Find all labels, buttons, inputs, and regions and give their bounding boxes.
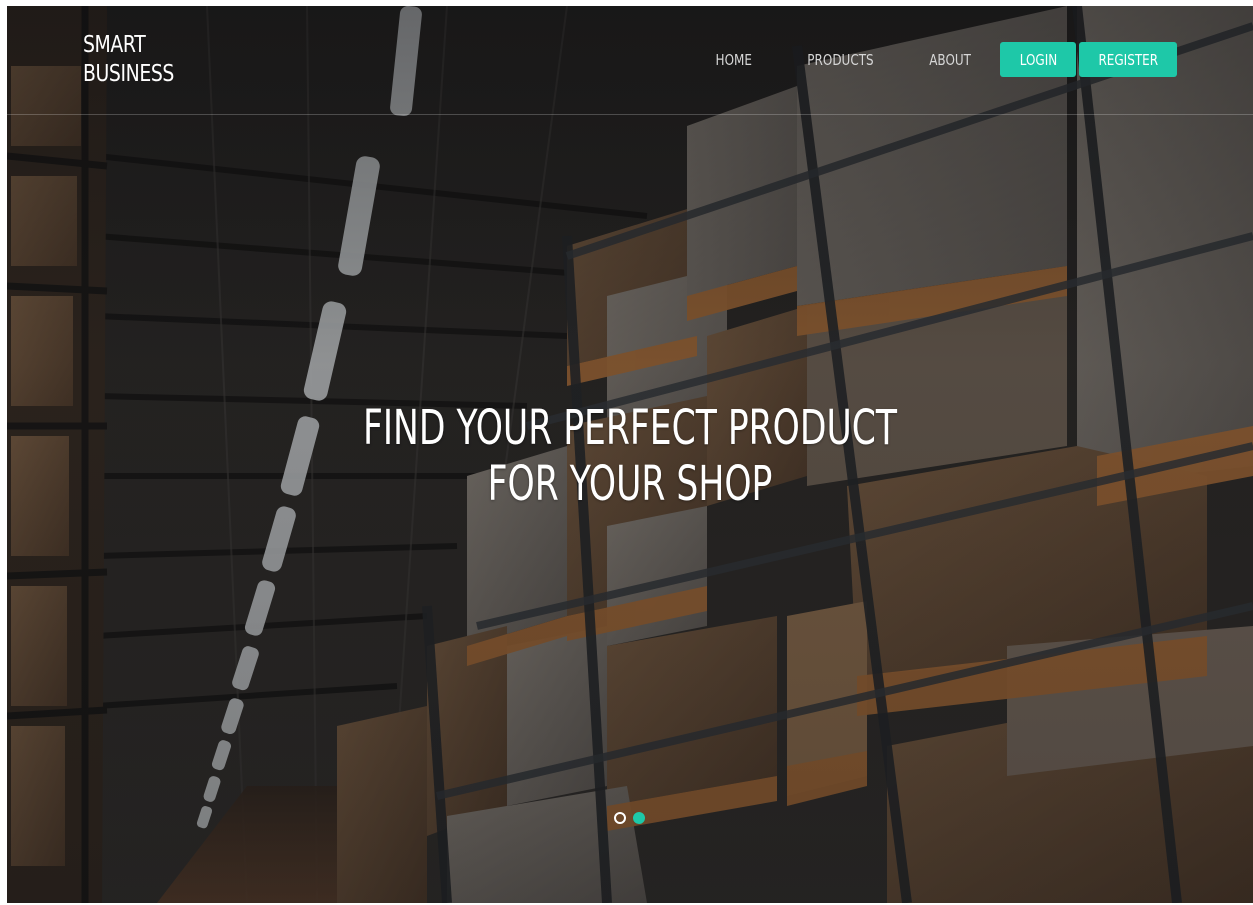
brand-logo[interactable]: SMART BUSINESS bbox=[83, 31, 174, 89]
brand-line-1: SMART bbox=[83, 32, 146, 58]
register-button-label: REGISTER bbox=[1098, 50, 1158, 69]
hero-headline-line-1: FIND YOUR PERFECT PRODUCT bbox=[362, 400, 898, 456]
login-button-label: LOGIN bbox=[1019, 50, 1057, 69]
carousel-dot-2[interactable] bbox=[633, 812, 645, 824]
hero-headline-line-2: FOR YOUR SHOP bbox=[487, 456, 773, 512]
hero-headline: FIND YOUR PERFECT PRODUCT FOR YOUR SHOP bbox=[7, 400, 1253, 512]
carousel-indicators bbox=[614, 812, 645, 824]
carousel-dot-1[interactable] bbox=[614, 812, 626, 824]
register-button[interactable]: REGISTER bbox=[1079, 42, 1177, 77]
nav-link-home[interactable]: HOME bbox=[716, 51, 752, 69]
hero-section: SMART BUSINESS HOME PRODUCTS ABOUT LOGIN… bbox=[7, 6, 1253, 903]
main-nav: HOME PRODUCTS ABOUT LOGIN REGISTER bbox=[711, 42, 1177, 77]
login-button[interactable]: LOGIN bbox=[1000, 42, 1076, 77]
nav-link-products[interactable]: PRODUCTS bbox=[807, 51, 873, 69]
site-header: SMART BUSINESS HOME PRODUCTS ABOUT LOGIN… bbox=[7, 6, 1253, 115]
brand-line-2: BUSINESS bbox=[83, 61, 174, 87]
nav-link-about[interactable]: ABOUT bbox=[929, 51, 971, 69]
